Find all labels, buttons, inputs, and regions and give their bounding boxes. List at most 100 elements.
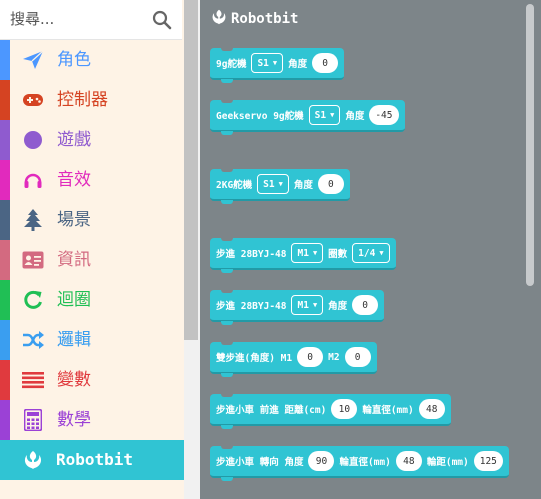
category-sprites[interactable]: 角色 xyxy=(0,40,184,80)
servo-dropdown[interactable]: S1 ▼ xyxy=(257,174,289,194)
block-stepper-turns[interactable]: 步進 28BYJ-48 M1 ▼ 圈數 1/4 ▼ xyxy=(210,237,396,273)
dropdown-caret-icon: ▼ xyxy=(272,59,278,67)
category-color-bar xyxy=(0,40,10,80)
flyout-title-text: Robotbit xyxy=(231,11,299,27)
search-box xyxy=(0,0,182,40)
dropdown-caret-icon: ▼ xyxy=(278,180,283,188)
block-text: Geekservo 9g舵機 xyxy=(216,111,304,122)
toolbox: 角色 控制器 遊戲 音效 xyxy=(0,0,200,499)
category-color-bar xyxy=(0,360,10,400)
block-text: 步進小車 轉向 角度 xyxy=(216,457,304,468)
block-geekservo-9g[interactable]: Geekservo 9g舵機 S1 ▼ 角度 -45 xyxy=(210,99,405,135)
category-scene[interactable]: 場景 xyxy=(0,200,184,240)
category-label: 變數 xyxy=(57,370,91,390)
category-color-bar xyxy=(0,80,10,120)
distance-input[interactable]: 10 xyxy=(331,399,358,419)
headphones-icon xyxy=(22,170,44,190)
block-text: 步進 28BYJ-48 xyxy=(216,249,287,260)
servo-dropdown[interactable]: S1 ▼ xyxy=(308,105,341,125)
block-car-turn[interactable]: 步進小車 轉向 角度 90 輪直徑(mm) 48 輪距(mm) 125 xyxy=(210,445,509,481)
paper-plane-icon xyxy=(22,50,44,70)
search-input[interactable] xyxy=(10,8,146,30)
category-color-bar xyxy=(0,160,10,200)
angle-input[interactable]: -45 xyxy=(369,105,399,125)
category-label: 資訊 xyxy=(57,250,91,270)
category-color-bar xyxy=(0,320,10,360)
wheel-track-input[interactable]: 125 xyxy=(473,451,503,471)
category-list: 角色 控制器 遊戲 音效 場景 資訊 迴圈 邏輯 變數 數學 Robotbit xyxy=(0,40,184,480)
category-color-bar xyxy=(0,120,10,160)
block-servo-2kg[interactable]: 2KG舵機 S1 ▼ 角度 0 xyxy=(210,168,350,204)
wheel-diameter-input[interactable]: 48 xyxy=(395,451,422,471)
motor-dropdown[interactable]: M1 ▼ xyxy=(291,295,324,315)
dropdown-value: M1 xyxy=(297,247,309,259)
toolbox-scrollbar-thumb[interactable] xyxy=(184,0,198,340)
wheel-diameter-input[interactable]: 48 xyxy=(418,399,445,419)
category-label: 控制器 xyxy=(57,90,108,110)
block-text: 角度 xyxy=(345,111,365,122)
category-variables[interactable]: 變數 xyxy=(0,360,184,400)
block-text: 2KG舵機 xyxy=(216,180,253,191)
category-controller[interactable]: 控制器 xyxy=(0,80,184,120)
category-label: 迴圈 xyxy=(57,290,91,310)
category-game[interactable]: 遊戲 xyxy=(0,120,184,160)
block-text: 輪直徑(mm) xyxy=(339,457,391,468)
block-text: 圈數 xyxy=(328,249,348,260)
category-logic[interactable]: 邏輯 xyxy=(0,320,184,360)
flyout-scrollbar-thumb[interactable] xyxy=(526,4,534,286)
block-text: 角度 xyxy=(328,301,348,312)
circle-icon xyxy=(22,130,44,150)
category-info[interactable]: 資訊 xyxy=(0,240,184,280)
editor-app: 角色 控制器 遊戲 音效 xyxy=(0,0,541,499)
block-text: 步進小車 前進 距離(cm) xyxy=(216,405,327,416)
calculator-icon xyxy=(22,409,44,431)
shuffle-icon xyxy=(22,330,44,350)
block-text: M2 xyxy=(328,351,340,363)
dropdown-caret-icon: ▼ xyxy=(312,301,318,309)
angle-input[interactable]: 0 xyxy=(352,295,379,315)
block-text: 雙步進(角度) M1 xyxy=(216,353,293,364)
category-color-bar xyxy=(0,280,10,320)
dropdown-value: M1 xyxy=(297,299,309,311)
list-icon xyxy=(22,370,44,390)
turn-angle-input[interactable]: 90 xyxy=(308,451,335,471)
block-car-forward[interactable]: 步進小車 前進 距離(cm) 10 輪直徑(mm) 48 xyxy=(210,393,451,429)
search-icon[interactable] xyxy=(152,10,172,30)
block-stepper-angle[interactable]: 步進 28BYJ-48 M1 ▼ 角度 0 xyxy=(210,289,385,325)
block-text: 輪直徑(mm) xyxy=(362,405,414,416)
block-text: 9g舵機 xyxy=(216,59,247,70)
dropdown-value: S1 xyxy=(314,109,327,121)
m2-angle-input[interactable]: 0 xyxy=(344,347,371,367)
m1-angle-input[interactable]: 0 xyxy=(297,347,324,367)
block-text: 輪距(mm) xyxy=(426,457,469,468)
dropdown-caret-icon: ▼ xyxy=(379,249,384,257)
gamepad-icon xyxy=(22,90,44,110)
id-card-icon xyxy=(22,250,44,270)
refresh-icon xyxy=(22,290,44,310)
category-label: 音效 xyxy=(57,170,91,190)
category-loops[interactable]: 迴圈 xyxy=(0,280,184,320)
motor-dropdown[interactable]: M1 ▼ xyxy=(291,243,324,263)
block-dual-stepper[interactable]: 雙步進(角度) M1 0 M2 0 xyxy=(210,341,377,377)
block-text: 步進 28BYJ-48 xyxy=(216,301,287,312)
category-label: 數學 xyxy=(57,410,91,430)
category-robotbit[interactable]: Robotbit xyxy=(0,440,184,480)
rebel-icon xyxy=(211,9,227,29)
angle-input[interactable]: 0 xyxy=(317,174,344,194)
angle-input[interactable]: 0 xyxy=(312,53,339,73)
category-color-bar xyxy=(0,400,10,440)
dropdown-caret-icon: ▼ xyxy=(330,111,335,119)
tree-icon xyxy=(22,209,44,231)
turns-dropdown[interactable]: 1/4 ▼ xyxy=(352,243,390,263)
category-sound[interactable]: 音效 xyxy=(0,160,184,200)
dropdown-value: S1 xyxy=(257,57,269,69)
category-label: 場景 xyxy=(57,210,91,230)
dropdown-value: 1/4 xyxy=(358,247,376,259)
rebel-icon xyxy=(22,450,44,470)
servo-dropdown[interactable]: S1 ▼ xyxy=(251,53,284,73)
dropdown-caret-icon: ▼ xyxy=(312,249,318,257)
block-servo-9g[interactable]: 9g舵機 S1 ▼ 角度 0 xyxy=(210,47,345,83)
category-label: 遊戲 xyxy=(57,130,91,150)
category-math[interactable]: 數學 xyxy=(0,400,184,440)
category-color-bar xyxy=(0,240,10,280)
